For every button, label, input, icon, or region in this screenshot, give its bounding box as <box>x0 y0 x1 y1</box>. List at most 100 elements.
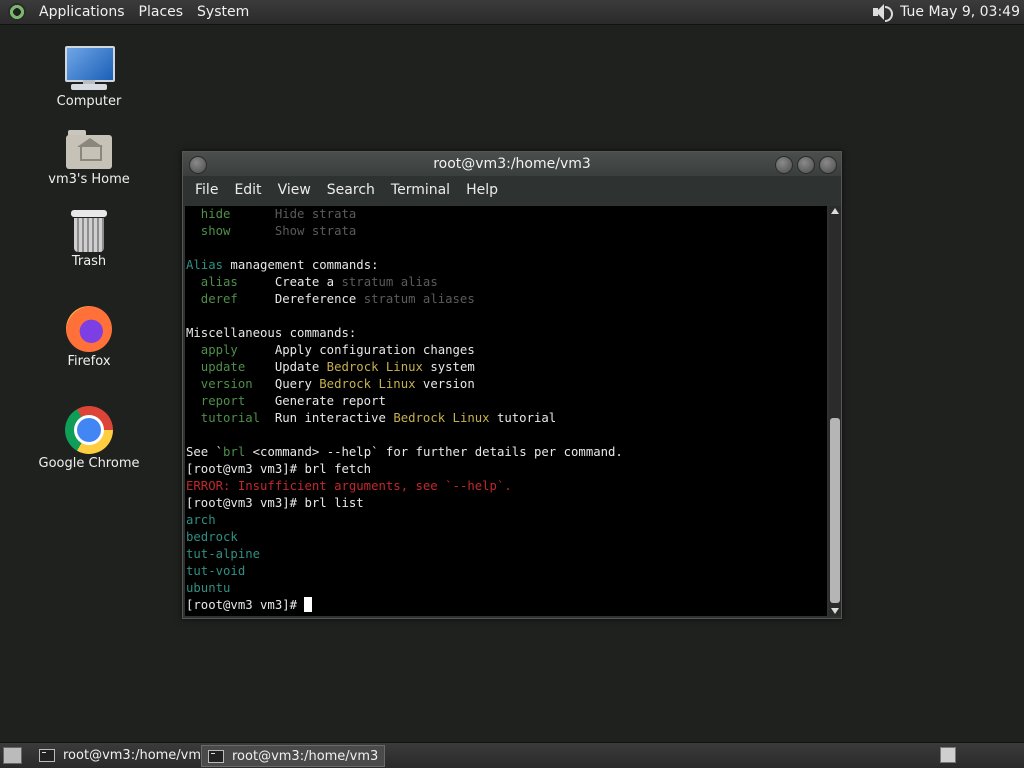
terminal-segment: stratum aliases <box>363 292 475 306</box>
terminal-line: report Generate report <box>186 393 827 410</box>
scrollbar-thumb[interactable] <box>830 418 840 603</box>
terminal-output[interactable]: hide Hide strata show Show strata Alias m… <box>185 206 827 616</box>
terminal-scrollbar[interactable] <box>829 206 841 616</box>
desktop-icon-label: Computer <box>56 94 122 109</box>
terminal-line: tut-alpine <box>186 546 827 563</box>
terminal-line: [root@vm3 vm3]# <box>186 597 827 614</box>
terminal-line: [root@vm3 vm3]# brl list <box>186 495 827 512</box>
terminal-segment: stratum alias <box>341 275 438 289</box>
clock[interactable]: Tue May 9, 03:49 <box>900 4 1020 20</box>
terminal-segment: Query <box>274 377 320 391</box>
show-desktop-icon[interactable] <box>3 747 22 764</box>
minimize-button[interactable] <box>775 156 793 174</box>
terminal-line: apply Apply configuration changes <box>186 342 827 359</box>
desktop-icon-label: Firefox <box>67 354 111 369</box>
terminal-icon <box>208 749 224 763</box>
workspace-switcher[interactable] <box>940 747 956 763</box>
terminal-segment: See ` <box>186 445 224 459</box>
taskbar-item[interactable]: root@vm3:/home/vm3 <box>33 745 215 765</box>
terminal-line: tut-void <box>186 563 827 580</box>
terminal-segment: report <box>186 394 275 408</box>
terminal-segment: deref <box>186 292 275 306</box>
taskbar-item-label: root@vm3:/home/vm3 <box>63 747 210 763</box>
terminal-segment: Hide strata <box>274 207 357 221</box>
menu-system[interactable]: System <box>190 0 256 24</box>
desktop-icon-label: Trash <box>71 254 107 269</box>
terminal-segment: tut-alpine <box>186 547 261 561</box>
terminal-line: Miscellaneous commands: <box>186 325 827 342</box>
computer-icon <box>65 46 115 92</box>
terminal-segment: Run interactive <box>274 411 394 425</box>
terminal-line: [root@vm3 vm3]# brl fetch <box>186 461 827 478</box>
terminal-segment: [root@vm3 vm3]# brl fetch <box>186 462 372 476</box>
desktop-icon-chrome[interactable]: Google Chrome <box>29 406 149 471</box>
terminal-window: root@vm3:/home/vm3 File Edit View Search… <box>182 151 842 619</box>
terminal-segment: tut-void <box>186 564 246 578</box>
terminal-line: hide Hide strata <box>186 206 827 223</box>
menu-terminal[interactable]: Terminal <box>383 182 458 198</box>
taskbar-item-label: root@vm3:/home/vm3 <box>232 748 379 764</box>
terminal-line: deref Dereference stratum aliases <box>186 291 827 308</box>
terminal-segment: management commands: <box>223 258 379 272</box>
scroll-down-arrow-icon[interactable] <box>831 608 839 614</box>
home-folder-icon <box>66 130 112 170</box>
trash-icon <box>71 210 107 252</box>
terminal-text: hide Hide strata show Show strata Alias m… <box>185 206 827 614</box>
terminal-segment: Bedrock Linux <box>393 411 490 425</box>
terminal-segment: [root@vm3 vm3]# <box>186 598 305 612</box>
terminal-segment: Bedrock Linux <box>319 377 416 391</box>
menu-applications[interactable]: Applications <box>32 0 132 24</box>
firefox-icon <box>66 306 112 352</box>
desktop-icon-computer[interactable]: Computer <box>29 46 149 109</box>
menu-places[interactable]: Places <box>132 0 191 24</box>
terminal-cursor <box>304 597 313 612</box>
terminal-segment: Miscellaneous commands: <box>186 326 357 340</box>
terminal-menubar: File Edit View Search Terminal Help <box>183 176 841 204</box>
menu-edit[interactable]: Edit <box>226 182 269 198</box>
terminal-segment: Create a <box>274 275 342 289</box>
terminal-segment: ` for further details per command. <box>371 445 623 459</box>
terminal-segment: [root@vm3 vm3]# brl list <box>186 496 364 510</box>
terminal-segment: alias <box>186 275 275 289</box>
distro-logo-icon[interactable] <box>8 3 26 21</box>
scroll-up-arrow-icon[interactable] <box>831 208 839 214</box>
close-button[interactable] <box>819 156 837 174</box>
terminal-segment: Apply configuration changes <box>274 343 475 357</box>
terminal-line: ERROR: Insufficient arguments, see `--he… <box>186 478 827 495</box>
terminal-segment: system <box>422 360 475 374</box>
desktop-icon-label: Google Chrome <box>38 456 140 471</box>
terminal-line: version Query Bedrock Linux version <box>186 376 827 393</box>
menu-view[interactable]: View <box>270 182 319 198</box>
terminal-line: bedrock <box>186 529 827 546</box>
window-titlebar[interactable]: root@vm3:/home/vm3 <box>183 152 841 176</box>
terminal-line: ubuntu <box>186 580 827 597</box>
terminal-icon <box>39 748 55 762</box>
maximize-button[interactable] <box>797 156 815 174</box>
window-title: root@vm3:/home/vm3 <box>433 156 591 172</box>
terminal-line: arch <box>186 512 827 529</box>
terminal-line: tutorial Run interactive Bedrock Linux t… <box>186 410 827 427</box>
volume-icon[interactable] <box>870 3 894 22</box>
terminal-line: See `brl <command> --help` for further d… <box>186 444 827 461</box>
terminal-line: show Show strata <box>186 223 827 240</box>
desktop-icon-home[interactable]: vm3's Home <box>29 130 149 187</box>
terminal-line: Alias management commands: <box>186 257 827 274</box>
taskbar-item-active[interactable]: root@vm3:/home/vm3 <box>201 745 386 767</box>
desktop-icon-trash[interactable]: Trash <box>29 210 149 269</box>
menu-search[interactable]: Search <box>319 182 383 198</box>
terminal-segment: bedrock <box>186 530 238 544</box>
terminal-segment: version <box>415 377 475 391</box>
terminal-segment: version <box>186 377 275 391</box>
terminal-segment: <command> --help <box>252 445 372 459</box>
terminal-line: update Update Bedrock Linux system <box>186 359 827 376</box>
top-panel: Applications Places System Tue May 9, 03… <box>0 0 1024 25</box>
desktop-icon-firefox[interactable]: Firefox <box>29 306 149 369</box>
terminal-segment: Show strata <box>274 224 357 238</box>
terminal-segment: update <box>186 360 275 374</box>
terminal-segment: show <box>186 224 275 238</box>
menu-help[interactable]: Help <box>458 182 506 198</box>
terminal-segment: hide <box>186 207 275 221</box>
menu-file[interactable]: File <box>187 182 226 198</box>
